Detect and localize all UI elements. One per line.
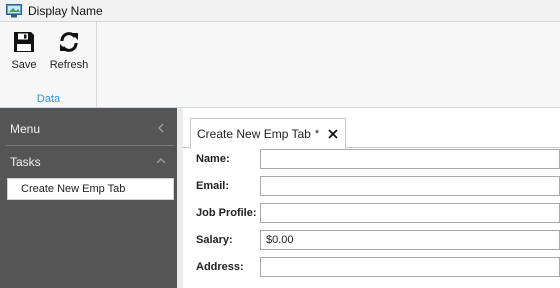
sidebar-item-create-new-emp-tab[interactable]: Create New Emp Tab: [7, 178, 174, 200]
job-profile-label: Job Profile:: [196, 207, 257, 219]
app-icon: [6, 3, 22, 17]
tab-label: Create New Emp Tab: [197, 127, 311, 141]
job-profile-input[interactable]: [260, 203, 560, 223]
chevron-left-icon[interactable]: [155, 122, 167, 134]
tasks-header[interactable]: Tasks: [0, 145, 177, 179]
tab-create-new-emp[interactable]: Create New Emp Tab *: [190, 118, 347, 149]
window-title: Display Name: [28, 3, 103, 18]
name-input[interactable]: [260, 149, 560, 169]
save-button[interactable]: Save: [2, 28, 46, 78]
save-button-label: Save: [11, 59, 37, 71]
address-input[interactable]: [260, 257, 560, 277]
refresh-button[interactable]: Refresh: [47, 28, 91, 78]
ribbon-group-data: Save Refresh Data: [0, 22, 97, 108]
main-content: Create New Emp Tab * Name: Email: Job Pr…: [183, 108, 560, 288]
email-input[interactable]: [260, 176, 560, 196]
chevron-up-icon[interactable]: [155, 155, 167, 167]
sidebar-item-label: Create New Emp Tab: [21, 183, 126, 195]
ribbon: Save Refresh Data: [0, 22, 560, 108]
form-row-address: Address:: [190, 257, 560, 279]
menu-header[interactable]: Menu: [0, 112, 177, 146]
form-row-salary: Salary:: [190, 230, 560, 252]
close-icon[interactable]: [327, 128, 339, 140]
title-bar: Display Name: [0, 0, 560, 22]
address-label: Address:: [196, 261, 244, 273]
form-row-name: Name:: [190, 149, 560, 171]
ribbon-group-label: Data: [36, 93, 61, 105]
menu-header-label: Menu: [10, 122, 41, 136]
tasks-header-label: Tasks: [10, 155, 41, 169]
salary-input[interactable]: [260, 230, 560, 250]
sidebar: Menu Tasks Create New Emp Tab: [0, 108, 183, 288]
form-row-email: Email:: [190, 176, 560, 198]
floppy-disk-icon: [14, 32, 34, 52]
email-label: Email:: [196, 180, 230, 192]
unsaved-marker: *: [314, 128, 320, 140]
tab-strip: Create New Emp Tab *: [183, 118, 560, 149]
form-row-job-profile: Job Profile:: [190, 203, 560, 225]
name-label: Name:: [196, 153, 230, 165]
salary-label: Salary:: [196, 234, 233, 246]
refresh-button-label: Refresh: [49, 59, 89, 71]
refresh-icon: [60, 32, 78, 52]
